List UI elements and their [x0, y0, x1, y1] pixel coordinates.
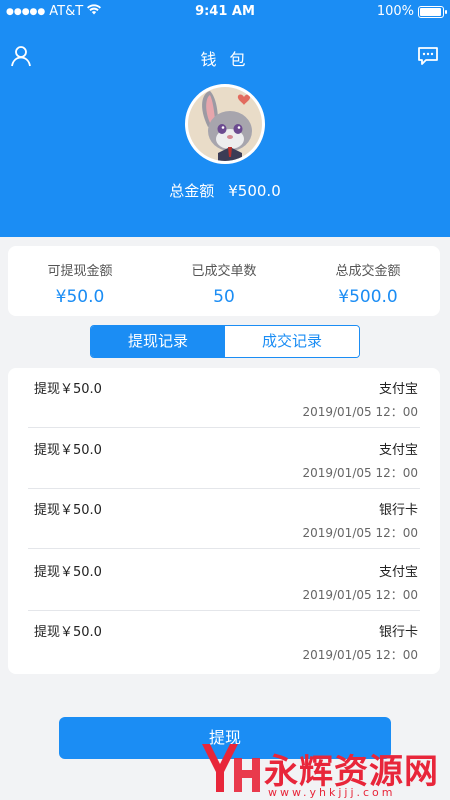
stat-label: 总成交金额 — [335, 264, 401, 279]
record-time: 2019/01/05 12：00 — [302, 466, 418, 480]
list-item[interactable]: 提现￥50.0 支付宝 2019/01/05 12：00 — [28, 368, 420, 428]
list-item[interactable]: 提现￥50.0 银行卡 2019/01/05 12：00 — [28, 489, 420, 549]
watermark-url: www.yhkjjj.com — [268, 786, 396, 799]
total-value: ¥500.0 — [228, 182, 281, 200]
battery-percent: 100% — [376, 4, 414, 19]
battery-fill — [420, 7, 441, 16]
record-method: 银行卡 — [378, 625, 418, 640]
record-amount: 提现￥50.0 — [34, 625, 102, 640]
record-time: 2019/01/05 12：00 — [302, 526, 418, 540]
record-amount: 提现￥50.0 — [34, 382, 102, 397]
tab-withdraw-records[interactable]: 提现记录 — [91, 326, 225, 357]
stat-label: 可提现金额 — [47, 264, 113, 279]
record-amount: 提现￥50.0 — [34, 565, 102, 580]
page-title: 钱 包 — [200, 50, 250, 69]
stat-total-volume: 总成交金额 ¥500.0 — [296, 246, 440, 316]
watermark-logo-icon — [202, 744, 260, 792]
stat-label: 已成交单数 — [191, 264, 257, 279]
record-amount: 提现￥50.0 — [34, 503, 102, 518]
status-bar: ●●●●● AT&T 9:41 AM 100% — [0, 0, 450, 24]
record-method: 支付宝 — [378, 443, 418, 458]
stat-withdrawable: 可提现金额 ¥50.0 — [8, 246, 152, 316]
avatar[interactable] — [185, 84, 265, 164]
stat-value: ¥50.0 — [55, 287, 105, 307]
total-label: 总金额 — [169, 182, 215, 200]
record-time: 2019/01/05 12：00 — [302, 405, 418, 419]
stat-orders: 已成交单数 50 — [152, 246, 296, 316]
list-item[interactable]: 提现￥50.0 银行卡 2019/01/05 12：00 — [28, 611, 420, 671]
record-time: 2019/01/05 12：00 — [302, 648, 418, 662]
stats-card: 可提现金额 ¥50.0 已成交单数 50 总成交金额 ¥500.0 — [8, 246, 440, 316]
stat-value: ¥500.0 — [338, 287, 398, 307]
record-amount: 提现￥50.0 — [34, 443, 102, 458]
record-method: 支付宝 — [378, 382, 418, 397]
record-tabs: 提现记录 成交记录 — [90, 325, 360, 358]
record-time: 2019/01/05 12：00 — [302, 588, 418, 602]
tab-deal-records[interactable]: 成交记录 — [225, 326, 359, 357]
message-icon[interactable] — [416, 44, 440, 68]
total-amount: 总金额 ¥500.0 — [0, 180, 450, 201]
wallet-header: ●●●●● AT&T 9:41 AM 100% 钱 包 总金额 ¥500.0 — [0, 0, 450, 237]
stat-value: 50 — [213, 287, 235, 307]
list-item[interactable]: 提现￥50.0 支付宝 2019/01/05 12：00 — [28, 551, 420, 611]
records-list: 提现￥50.0 支付宝 2019/01/05 12：00 提现￥50.0 支付宝… — [8, 368, 440, 674]
list-item[interactable]: 提现￥50.0 支付宝 2019/01/05 12：00 — [28, 429, 420, 489]
battery-icon — [418, 5, 447, 18]
record-method: 银行卡 — [378, 503, 418, 518]
watermark: 永辉资源网 www.yhkjjj.com — [198, 738, 448, 799]
record-method: 支付宝 — [378, 565, 418, 580]
